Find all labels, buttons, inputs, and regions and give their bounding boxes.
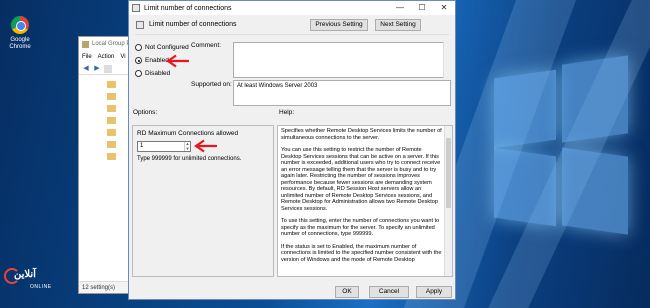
- policy-setting-icon: [136, 21, 144, 29]
- gp-menu-view[interactable]: Vi: [120, 54, 125, 60]
- gp-menu-file[interactable]: File: [82, 54, 92, 60]
- rd-max-connections-stepper[interactable]: 1 ▲ ▼: [137, 141, 191, 152]
- folder-icon[interactable]: [107, 153, 116, 160]
- help-paragraph: You can use this setting to restrict the…: [281, 147, 441, 212]
- spin-arrows-icon[interactable]: ▲ ▼: [184, 141, 190, 151]
- close-icon[interactable]: ✕: [433, 1, 455, 15]
- folder-icon[interactable]: [107, 93, 116, 100]
- radio-not-configured[interactable]: Not Configured: [135, 44, 189, 51]
- help-text: Specifies whether Remote Desktop Service…: [278, 126, 452, 263]
- comment-field[interactable]: [233, 42, 451, 78]
- dialog-header: Limit number of connections Previous Set…: [135, 19, 449, 35]
- help-label: Help:: [279, 109, 295, 116]
- next-setting-button[interactable]: Next Setting: [375, 19, 421, 31]
- radio-label: Not Configured: [145, 44, 189, 51]
- radio-disabled[interactable]: Disabled: [135, 70, 170, 77]
- help-panel: Specifies whether Remote Desktop Service…: [277, 125, 453, 277]
- rd-max-connections-value: 1: [140, 143, 144, 149]
- watermark-subtext: ONLINE: [30, 284, 52, 290]
- folder-icon[interactable]: [107, 141, 116, 148]
- help-paragraph: If the status is set to Enabled, the max…: [281, 243, 442, 263]
- cancel-button[interactable]: Cancel: [369, 286, 409, 298]
- radio-label: Disabled: [145, 70, 171, 77]
- desktop-icon-chrome[interactable]: Google Chrome: [4, 16, 36, 51]
- gp-title-bar: Local Group P: [79, 37, 133, 51]
- setting-title: Limit number of connections: [149, 21, 237, 28]
- watermark-logo: آنلاین ONLINE: [4, 266, 66, 294]
- rd-max-connections-label: RD Maximum Connections allowed: [137, 130, 239, 137]
- radio-button[interactable]: [135, 57, 142, 64]
- dialog-title-bar: Limit number of connections — ☐ ✕: [129, 1, 455, 15]
- chrome-icon: [11, 16, 29, 34]
- help-scrollbar[interactable]: [444, 126, 452, 276]
- policy-setting-dialog: Limit number of connections — ☐ ✕ Limit …: [128, 0, 456, 300]
- options-label: Options:: [133, 109, 158, 116]
- red-annotation-arrow-icon: [166, 54, 189, 68]
- radio-button[interactable]: [135, 70, 142, 77]
- gp-tree: [79, 75, 133, 160]
- scrollbar-thumb[interactable]: [446, 138, 451, 208]
- gp-status-bar: 12 setting(s): [79, 281, 133, 293]
- folder-icon[interactable]: [107, 81, 116, 88]
- apply-button[interactable]: Apply: [416, 286, 452, 298]
- gp-title-text: Local Group P: [92, 41, 131, 47]
- red-annotation-arrow-icon: [194, 139, 217, 153]
- policy-app-icon: [132, 4, 140, 12]
- watermark-text: آنلاین: [14, 269, 36, 280]
- folder-icon[interactable]: [107, 105, 116, 112]
- gp-menu-action[interactable]: Action: [98, 54, 115, 60]
- comment-label: Comment:: [191, 42, 221, 49]
- rd-hint-text: Type 999999 for unlimited connections.: [137, 156, 242, 162]
- ok-button[interactable]: OK: [335, 286, 359, 298]
- gpedit-app-icon: [82, 40, 89, 48]
- previous-setting-button[interactable]: Previous Setting: [310, 19, 368, 31]
- help-paragraph: Specifies whether Remote Desktop Service…: [281, 128, 442, 141]
- supported-on-field: At least Windows Server 2003: [233, 80, 451, 106]
- windows-logo: [482, 48, 632, 248]
- forward-arrow-icon[interactable]: ▶: [93, 65, 101, 73]
- minimize-icon[interactable]: —: [389, 1, 411, 15]
- comment-scrollbar[interactable]: [443, 42, 451, 78]
- options-panel: RD Maximum Connections allowed 1 ▲ ▼ Type…: [132, 125, 274, 277]
- folder-view-icon[interactable]: [104, 64, 112, 73]
- gp-menu-bar: File Action Vi: [79, 51, 133, 63]
- supported-on-label: Supported on:: [191, 81, 232, 88]
- chrome-icon-label: Google Chrome: [9, 37, 31, 50]
- dialog-title: Limit number of connections: [144, 4, 232, 12]
- radio-button[interactable]: [135, 44, 142, 51]
- folder-icon[interactable]: [107, 117, 116, 124]
- group-policy-editor-window[interactable]: Local Group P File Action Vi ◀ ▶ 12 sett…: [78, 36, 134, 294]
- radio-enabled[interactable]: Enabled: [135, 57, 169, 64]
- help-paragraph: To use this setting, enter the number of…: [281, 218, 440, 237]
- back-arrow-icon[interactable]: ◀: [82, 65, 90, 73]
- maximize-icon[interactable]: ☐: [411, 1, 433, 15]
- gp-toolbar: ◀ ▶: [79, 63, 133, 75]
- folder-icon[interactable]: [107, 129, 116, 136]
